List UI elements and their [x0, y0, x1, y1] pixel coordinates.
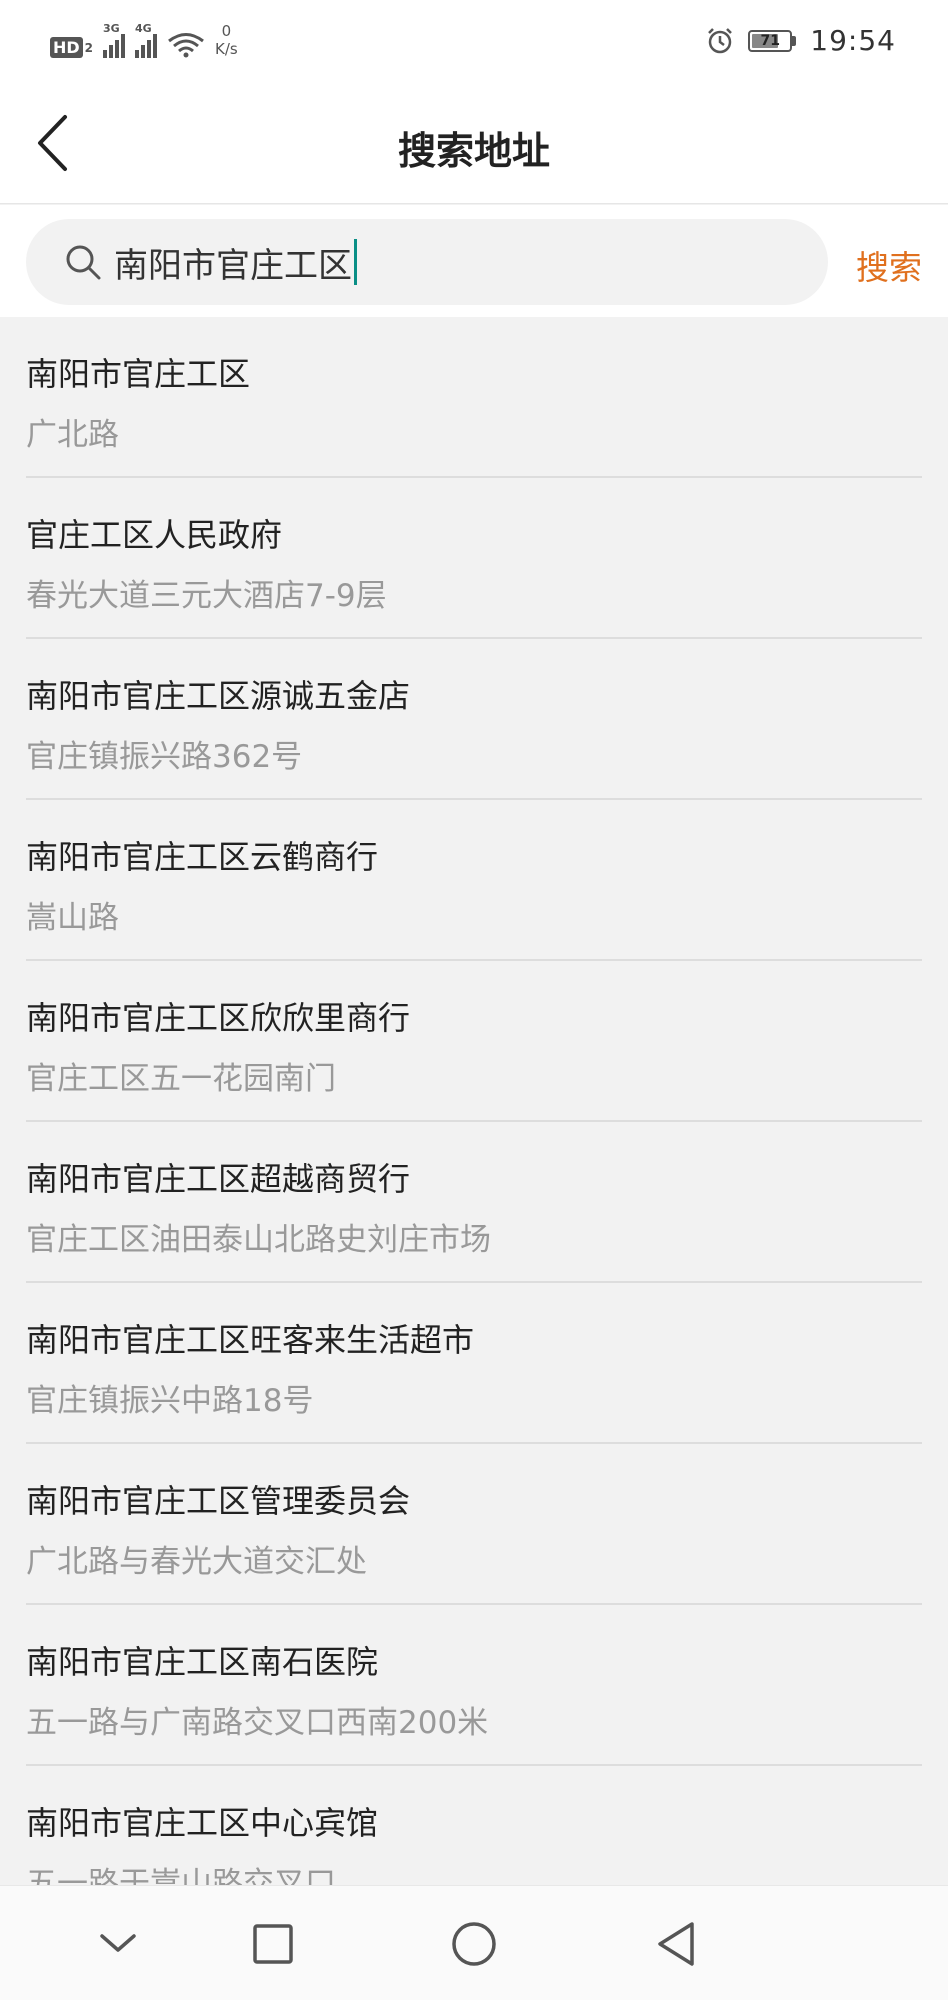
battery-level: 71	[760, 32, 781, 49]
result-address: 官庄镇振兴路362号	[26, 739, 303, 775]
wifi-icon	[168, 33, 204, 58]
battery-icon: 71	[748, 29, 797, 52]
result-item[interactable]: 南阳市官庄工区 广北路	[26, 317, 922, 478]
result-name: 南阳市官庄工区	[26, 355, 251, 393]
speed-value: 0	[221, 22, 232, 40]
clock: 19:54	[810, 24, 896, 57]
result-address: 嵩山路	[26, 900, 119, 936]
page-title: 搜索地址	[397, 129, 550, 173]
nav-recents-button[interactable]	[245, 1916, 301, 1972]
result-item[interactable]: 官庄工区人民政府春光大道三元大酒店7-9层	[26, 478, 922, 639]
signal-4g-icon: 4G	[135, 22, 158, 58]
network-3g-label: 3G	[103, 22, 120, 35]
result-name: 南阳市官庄工区旺客来生活超市	[26, 1321, 475, 1359]
status-left: HD 2 3G 4G 0 K/s	[50, 22, 238, 58]
result-address: 官庄镇振兴中路18号	[26, 1383, 314, 1419]
status-bar: HD 2 3G 4G 0 K/s 71 19:54	[0, 0, 948, 82]
signal-3g-icon: 3G	[103, 22, 126, 58]
result-item[interactable]: 南阳市官庄工区超越商贸行官庄工区油田泰山北路史刘庄市场	[26, 1122, 922, 1283]
hd-sub-label: 2	[84, 40, 94, 55]
result-address: 官庄工区五一花园南门	[26, 1061, 336, 1097]
search-input[interactable]: 南阳市官庄工区	[114, 238, 352, 287]
search-icon	[66, 245, 101, 280]
result-name: 南阳市官庄工区欣欣里商行	[26, 999, 411, 1037]
result-item[interactable]: 南阳市官庄工区中心宾馆五一路于嵩山路交叉口	[26, 1766, 922, 1885]
hd-indicator: HD 2	[50, 37, 93, 58]
nav-home-button[interactable]	[446, 1916, 502, 1972]
system-nav-bar	[0, 1885, 948, 2000]
hd-label: HD	[50, 37, 83, 58]
result-item[interactable]: 南阳市官庄工区管理委员会 广北路与春光大道交汇处	[26, 1444, 922, 1605]
result-name: 南阳市官庄工区超越商贸行	[26, 1160, 411, 1198]
result-name: 南阳市官庄工区南石医院	[26, 1643, 379, 1681]
circle-icon	[452, 1922, 496, 1966]
result-item[interactable]: 南阳市官庄工区旺客来生活超市 官庄镇振兴中路18号	[26, 1283, 922, 1444]
result-address: 官庄工区油田泰山北路史刘庄市场	[26, 1222, 491, 1258]
result-item[interactable]: 南阳市官庄工区欣欣里商行 官庄工区五一花园南门	[26, 961, 922, 1122]
nav-hide-button[interactable]	[90, 1916, 146, 1972]
result-address: 五一路与广南路交叉口西南200米	[26, 1705, 489, 1741]
result-item[interactable]: 南阳市官庄工区南石医院五一路与广南路交叉口西南200米	[26, 1605, 922, 1766]
result-address: 广北路与春光大道交汇处	[26, 1544, 367, 1580]
nav-back-button[interactable]	[648, 1916, 704, 1972]
triangle-back-icon	[658, 1922, 694, 1966]
chevron-down-icon	[100, 1934, 136, 1952]
result-address: 春光大道三元大酒店7-9层	[26, 578, 387, 614]
search-bar: 南阳市官庄工区 搜索	[0, 205, 948, 317]
speed-unit: K/s	[215, 40, 238, 58]
network-4g-label: 4G	[135, 22, 152, 35]
alarm-icon	[708, 27, 733, 53]
result-name: 南阳市官庄工区中心宾馆	[26, 1804, 379, 1842]
result-item[interactable]: 南阳市官庄工区云鹤商行 嵩山路	[26, 800, 922, 961]
result-address: 五一路于嵩山路交叉口	[26, 1866, 336, 1885]
app-header: 搜索地址	[0, 82, 948, 204]
search-field[interactable]: 南阳市官庄工区	[26, 219, 828, 305]
result-name: 官庄工区人民政府	[26, 516, 283, 554]
result-item[interactable]: 南阳市官庄工区源诚五金店 官庄镇振兴路362号	[26, 639, 922, 800]
status-right: 71 19:54	[706, 24, 896, 57]
search-button[interactable]: 搜索	[856, 241, 922, 289]
text-caret	[354, 239, 357, 285]
results-list: 南阳市官庄工区 广北路 官庄工区人民政府 春光大道三元大酒店7-9层 南阳市官庄工区源诚…	[0, 317, 948, 1885]
square-icon	[253, 1924, 293, 1964]
network-speed: 0 K/s	[215, 22, 238, 58]
result-name: 南阳市官庄工区管理委员会	[26, 1482, 411, 1520]
result-name: 南阳市官庄工区源诚五金店	[26, 677, 411, 715]
result-name: 南阳市官庄工区云鹤商行	[26, 838, 379, 876]
result-address: 广北路	[26, 417, 119, 453]
